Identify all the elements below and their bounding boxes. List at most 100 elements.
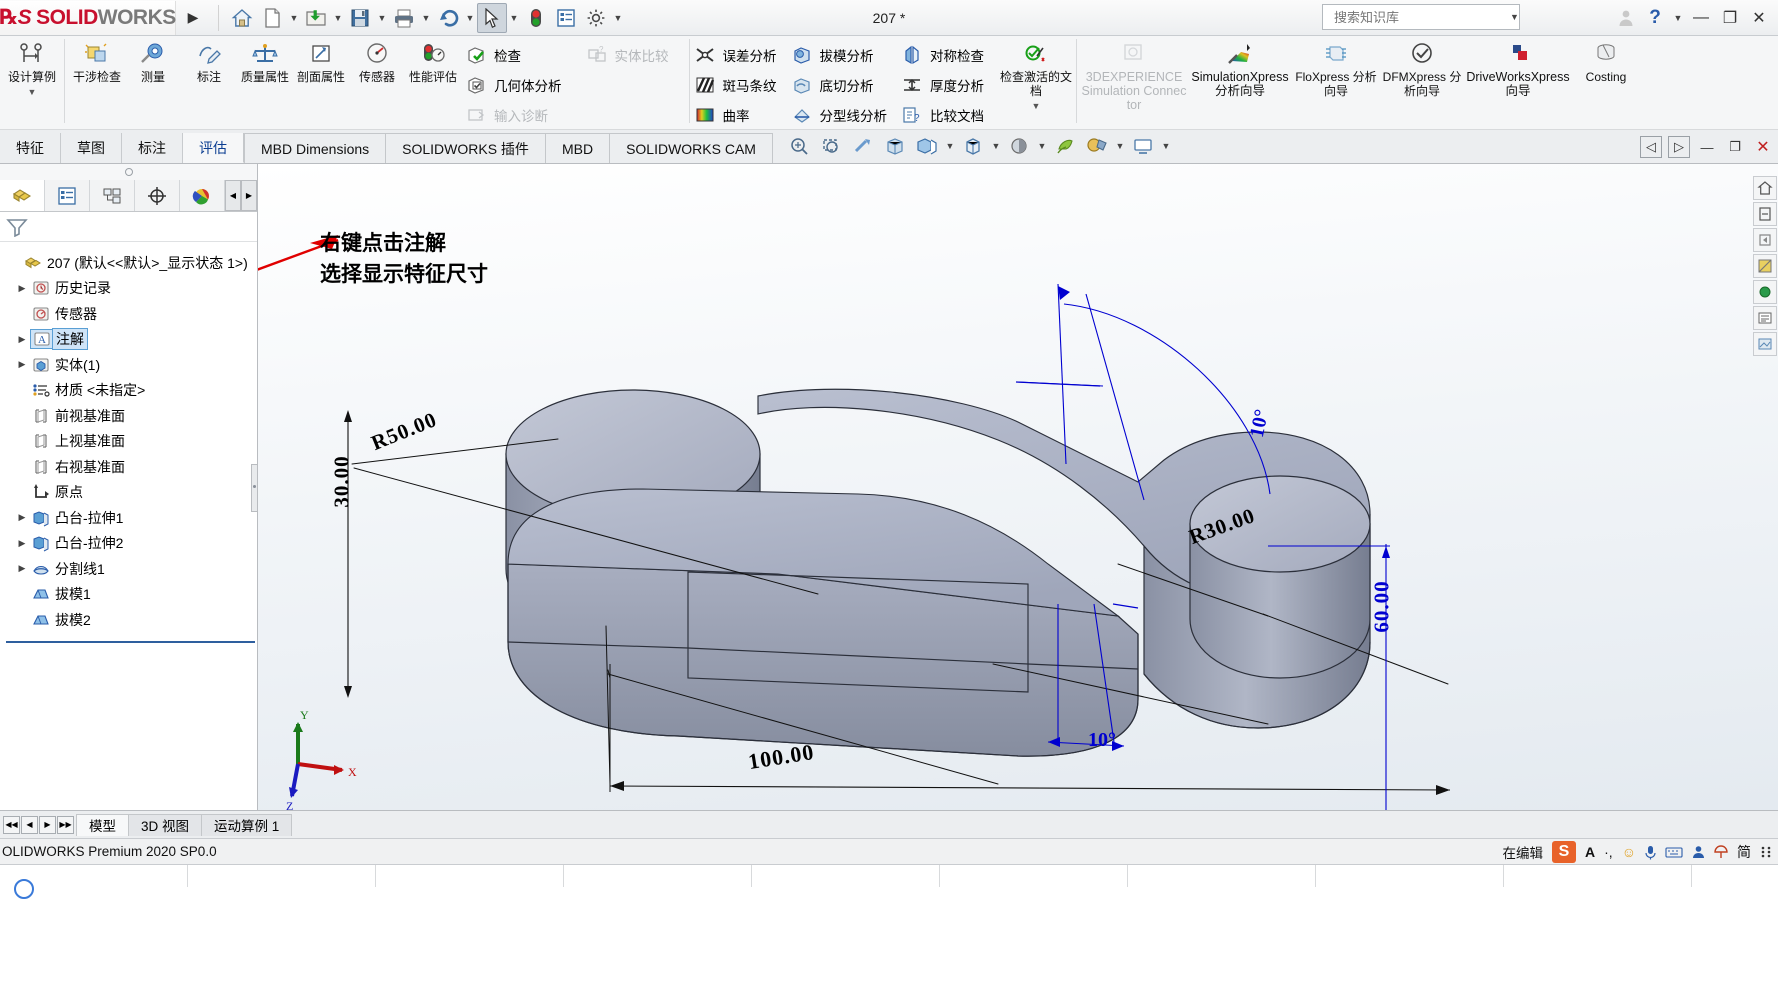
tree-node-split-line-1[interactable]: ▶ 分割线1 [4,556,257,582]
select-cursor-icon[interactable] [477,2,507,33]
last-tab-icon[interactable]: ▶▶ [57,815,74,834]
dimension-draft-angle-bottom[interactable]: 10° [1088,729,1116,752]
zebra-stripes-button[interactable]: 斑马条纹 [694,72,783,97]
tree-node-top-plane[interactable]: 上视基准面 [4,429,257,455]
compare-documents-button[interactable]: ? 比较文档 [901,102,990,127]
bottom-tab-model[interactable]: 模型 [76,813,129,836]
feature-manager-tab[interactable] [0,180,45,211]
3dexperience-simulation-connector-button[interactable]: 3DEXPERIENCE Simulation Connector [1081,36,1187,112]
ime-menu-icon[interactable] [1760,845,1772,859]
select-dropdown-icon[interactable]: ▼ [507,13,521,23]
compare-geometry-button[interactable]: ? 实体比较 [586,42,675,67]
dimension-30[interactable]: 30.00 [330,455,355,507]
section-properties-button[interactable]: 剖面属性 [293,36,349,84]
edit-appearance-icon[interactable] [1004,132,1034,160]
check-active-dropdown-icon[interactable]: ▼ [1032,99,1041,113]
tree-node-draft-1[interactable]: 拔模1 [4,582,257,608]
expander-icon[interactable]: ▶ [14,538,30,549]
print-dropdown-icon[interactable]: ▼ [419,13,433,23]
ime-tools-icon[interactable] [1714,845,1728,859]
deviation-analysis-button[interactable]: 误差分析 [694,42,783,67]
tree-node-solid-bodies[interactable]: ▶ 实体(1) [4,352,257,378]
view-display-icon[interactable] [1753,280,1777,304]
options-list-icon[interactable] [551,3,581,33]
expander-icon[interactable]: ▶ [14,512,30,523]
design-study-button[interactable]: 设计算例 ▼ [4,36,60,99]
restore-icon[interactable]: ❐ [1717,4,1743,32]
view-section-icon[interactable] [1753,254,1777,278]
ime-emoji-icon[interactable]: ☺ [1622,844,1636,860]
tree-node-right-plane[interactable]: 右视基准面 [4,454,257,480]
view-settings-dropdown-icon[interactable]: ▼ [1114,141,1126,151]
menu-expand-icon[interactable]: ▶ [176,9,210,26]
help-icon[interactable]: ? [1642,4,1668,32]
open-folder-icon[interactable] [301,3,331,33]
apply-scene-icon[interactable] [1050,132,1080,160]
ime-user-icon[interactable] [1692,845,1705,859]
gear-icon[interactable] [581,3,611,33]
next-window-icon[interactable]: ▷ [1668,136,1690,158]
bottom-tab-3d-views[interactable]: 3D 视图 [128,813,203,836]
restore-window-icon[interactable]: ❐ [1724,136,1746,158]
ime-punctuation-icon[interactable]: ·, [1604,844,1613,860]
sensor-button[interactable]: 传感器 [349,36,405,84]
draft-analysis-button[interactable]: 拔模分析 [791,42,894,67]
hide-show-items-icon[interactable] [958,132,988,160]
expander-icon[interactable]: ▶ [14,334,30,345]
rebuild-icon[interactable] [521,3,551,33]
markup-button[interactable]: 标注 [181,36,237,84]
view-scene-icon[interactable] [1753,332,1777,356]
bottom-tab-motion-study[interactable]: 运动算例 1 [201,813,293,836]
appearance-dropdown-icon[interactable]: ▼ [1036,141,1048,151]
expander-icon[interactable]: ▶ [14,359,30,370]
tab-solidworks-addins[interactable]: SOLIDWORKS 插件 [385,133,546,163]
view-appearance-icon[interactable] [1753,306,1777,330]
print-icon[interactable] [389,3,419,33]
tab-sketch[interactable]: 草图 [61,133,122,163]
search-input[interactable] [1334,9,1510,25]
panel-resize-grip[interactable] [251,464,257,512]
close-window-icon[interactable]: ✕ [1752,136,1774,158]
search-dropdown-icon[interactable]: ▼ [1510,12,1519,22]
configuration-manager-tab[interactable] [90,180,135,211]
user-account-icon[interactable] [1613,4,1639,32]
ime-brand-icon[interactable]: S [1552,841,1577,863]
symmetry-check-button[interactable]: 对称检查 [901,42,990,67]
tab-mbd[interactable]: MBD [544,133,611,163]
minimize-window-icon[interactable]: — [1696,136,1718,158]
tree-node-boss-extrude-2[interactable]: ▶ 凸台-拉伸2 [4,531,257,557]
close-icon[interactable]: ✕ [1746,4,1772,32]
section-view-icon[interactable] [848,132,878,160]
design-study-dropdown-icon[interactable]: ▼ [28,85,37,99]
next-tab-icon[interactable]: ▶ [39,815,56,834]
tree-node-sensors[interactable]: 传感器 [4,301,257,327]
undercut-analysis-button[interactable]: 底切分析 [791,72,894,97]
tree-node-boss-extrude-1[interactable]: ▶ 凸台-拉伸1 [4,505,257,531]
open-dropdown-icon[interactable]: ▼ [331,13,345,23]
import-diagnostics-button[interactable]: 输入诊断 [465,102,568,127]
settings-dropdown-icon[interactable]: ▼ [611,13,625,23]
tree-node-part[interactable]: 207 (默认<<默认>_显示状态 1>) [4,250,257,276]
parting-line-analysis-button[interactable]: 分型线分析 [791,102,894,127]
viewport-dropdown-icon[interactable]: ▼ [1160,141,1172,151]
floxpress-button[interactable]: FloXpress 分析向导 [1293,36,1379,98]
tree-node-front-plane[interactable]: 前视基准面 [4,403,257,429]
costing-button[interactable]: Costing [1571,36,1641,84]
performance-evaluation-button[interactable]: 性能评估 [405,36,461,84]
ime-keyboard-icon[interactable] [1665,846,1683,859]
expander-icon[interactable]: ▶ [14,563,30,574]
save-icon[interactable] [345,3,375,33]
tab-mbd-dimensions[interactable]: MBD Dimensions [244,133,387,163]
undo-icon[interactable] [433,3,463,33]
dimxpert-manager-tab[interactable] [135,180,180,211]
tab-markup[interactable]: 标注 [122,133,183,163]
search-knowledge-base[interactable]: ▼ [1322,4,1520,30]
display-style-icon[interactable] [912,132,942,160]
thickness-analysis-button[interactable]: 厚度分析 [901,72,990,97]
interference-check-button[interactable]: 干涉检查 [69,36,125,84]
new-document-icon[interactable] [257,3,287,33]
minimize-icon[interactable]: — [1688,4,1714,32]
zoom-to-fit-icon[interactable] [784,132,814,160]
prev-tab-icon[interactable]: ◀ [21,815,38,834]
expander-icon[interactable]: ▶ [14,283,30,294]
